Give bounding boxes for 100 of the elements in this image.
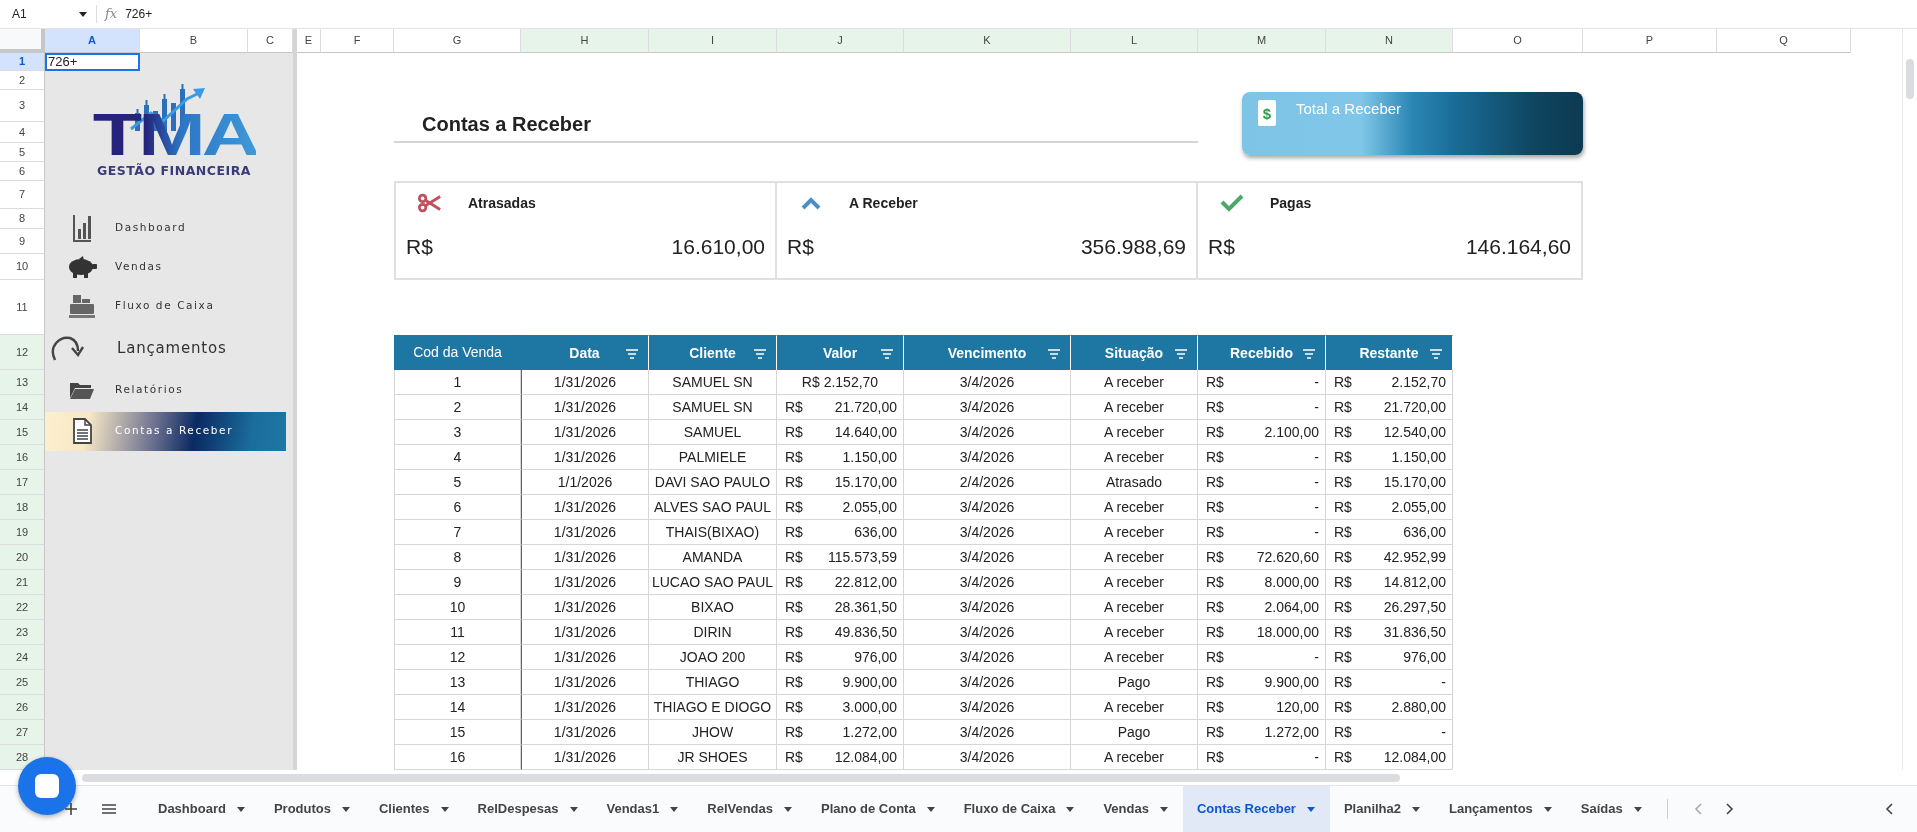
row-header[interactable]: 5	[0, 143, 45, 162]
column-heading[interactable]: Valor	[777, 335, 904, 370]
add-sheet-icon[interactable]	[65, 803, 77, 815]
column-header[interactable]: N	[1326, 29, 1453, 53]
row-header[interactable]: 24	[0, 645, 45, 670]
row-header[interactable]: 1	[0, 53, 45, 71]
row-header[interactable]: 16	[0, 445, 45, 470]
row-header[interactable]: 19	[0, 520, 45, 545]
row-header[interactable]: 21	[0, 570, 45, 595]
row-header[interactable]: 11	[0, 280, 45, 335]
column-header[interactable]: B	[140, 29, 248, 53]
menu-icon[interactable]	[102, 804, 116, 814]
total-button[interactable]: $ Total a Receber	[1242, 92, 1583, 155]
row-header[interactable]: 27	[0, 720, 45, 745]
row-header[interactable]: 17	[0, 470, 45, 495]
formula-input[interactable]: 726+	[125, 5, 153, 23]
column-header[interactable]: A	[45, 29, 140, 53]
caret-icon[interactable]	[235, 805, 246, 813]
row-header[interactable]: 10	[0, 254, 45, 280]
sheet-tab[interactable]: Contas Receber	[1182, 786, 1330, 832]
column-header[interactable]: F	[321, 29, 394, 53]
cell-reference[interactable]: A1	[12, 5, 27, 23]
column-heading[interactable]: Cod da Venda	[394, 335, 521, 370]
column-header[interactable]: L	[1071, 29, 1198, 53]
sidebar-item[interactable]: Contas a Receber	[45, 411, 286, 451]
row-header[interactable]: 7	[0, 181, 45, 209]
chevron-right-icon[interactable]	[1725, 803, 1734, 815]
caret-icon[interactable]	[340, 805, 351, 813]
column-header[interactable]: K	[904, 29, 1071, 53]
sheet-tab[interactable]: Plano de Conta	[807, 786, 950, 832]
column-header[interactable]: C	[248, 29, 293, 53]
sidebar-item[interactable]: Fluxo de Caixa	[45, 286, 286, 326]
column-header[interactable]: G	[394, 29, 521, 53]
row-header[interactable]: 26	[0, 695, 45, 720]
caret-icon[interactable]	[669, 805, 680, 813]
chevron-left-icon[interactable]	[1885, 803, 1893, 815]
row-header[interactable]: 15	[0, 420, 45, 445]
column-heading[interactable]: Vencimento	[904, 335, 1071, 370]
filter-icon[interactable]	[753, 349, 767, 359]
sidebar-item[interactable]: Vendas	[45, 247, 286, 287]
column-heading[interactable]: Data	[521, 335, 649, 370]
filter-icon[interactable]	[1174, 349, 1188, 359]
column-heading[interactable]: Cliente	[649, 335, 777, 370]
row-header[interactable]: 2	[0, 71, 45, 90]
sheet-tab[interactable]: Produtos	[259, 786, 365, 832]
caret-icon[interactable]	[1632, 805, 1643, 813]
sheet-tab[interactable]: Vendas1	[592, 786, 694, 832]
row-header[interactable]: 3	[0, 90, 45, 122]
sheet-tab[interactable]: RelVendas	[693, 786, 808, 832]
row-header[interactable]: 9	[0, 229, 45, 254]
column-header[interactable]: H	[521, 29, 649, 53]
column-header[interactable]: P	[1583, 29, 1717, 53]
column-header[interactable]: O	[1453, 29, 1583, 53]
sheet-tab[interactable]: Fluxo de Caixa	[949, 786, 1090, 832]
row-header[interactable]: 4	[0, 122, 45, 143]
sheet-tab[interactable]: Vendas	[1089, 786, 1183, 832]
row-header[interactable]: 6	[0, 162, 45, 181]
horizontal-scrollbar[interactable]	[82, 773, 1400, 782]
caret-icon[interactable]	[783, 805, 794, 813]
column-header[interactable]: I	[649, 29, 777, 53]
sheet-tab[interactable]: Lançamentos	[1435, 786, 1567, 832]
caret-icon[interactable]	[1065, 805, 1076, 813]
caret-icon[interactable]	[78, 10, 88, 18]
column-header[interactable]: Q	[1717, 29, 1851, 53]
column-header[interactable]: E	[297, 29, 321, 53]
caret-icon[interactable]	[1411, 805, 1421, 813]
row-header[interactable]: 12	[0, 335, 45, 370]
row-header[interactable]: 20	[0, 545, 45, 570]
row-header[interactable]: 13	[0, 370, 45, 395]
sheet-tab[interactable]: Dashboard	[144, 786, 260, 832]
caret-icon[interactable]	[568, 805, 579, 813]
filter-icon[interactable]	[1302, 349, 1316, 359]
vertical-scrollbar[interactable]	[1906, 59, 1914, 99]
row-header[interactable]: 18	[0, 495, 45, 520]
column-heading[interactable]: Recebido	[1198, 335, 1326, 370]
sheet-tab[interactable]: Saídas	[1566, 786, 1657, 832]
filter-icon[interactable]	[880, 349, 894, 359]
row-header[interactable]: 25	[0, 670, 45, 695]
row-header[interactable]: 8	[0, 209, 45, 229]
sheet-tab[interactable]: RelDespesas	[463, 786, 593, 832]
caret-icon[interactable]	[1158, 805, 1169, 813]
column-heading[interactable]: Situação	[1071, 335, 1198, 370]
column-header[interactable]: M	[1198, 29, 1326, 53]
caret-icon[interactable]	[439, 805, 450, 813]
sheet-tab[interactable]: Planilha2	[1329, 786, 1435, 832]
row-header[interactable]: 23	[0, 620, 45, 645]
filter-icon[interactable]	[625, 349, 639, 359]
row-header[interactable]: 22	[0, 595, 45, 620]
caret-icon[interactable]	[1542, 805, 1553, 813]
column-header[interactable]: J	[777, 29, 904, 53]
filter-icon[interactable]	[1047, 349, 1061, 359]
row-header[interactable]: 14	[0, 395, 45, 420]
caret-icon[interactable]	[925, 805, 936, 813]
sidebar-item[interactable]: Lançamentos	[45, 325, 286, 371]
sidebar-item[interactable]: Dashboard	[45, 208, 286, 248]
column-heading[interactable]: Restante	[1326, 335, 1453, 370]
filter-icon[interactable]	[1429, 349, 1443, 359]
sheet-tab[interactable]: Clientes	[364, 786, 464, 832]
selected-cell[interactable]: 726+	[45, 53, 140, 71]
sidebar-item[interactable]: Relatórios	[45, 370, 286, 410]
